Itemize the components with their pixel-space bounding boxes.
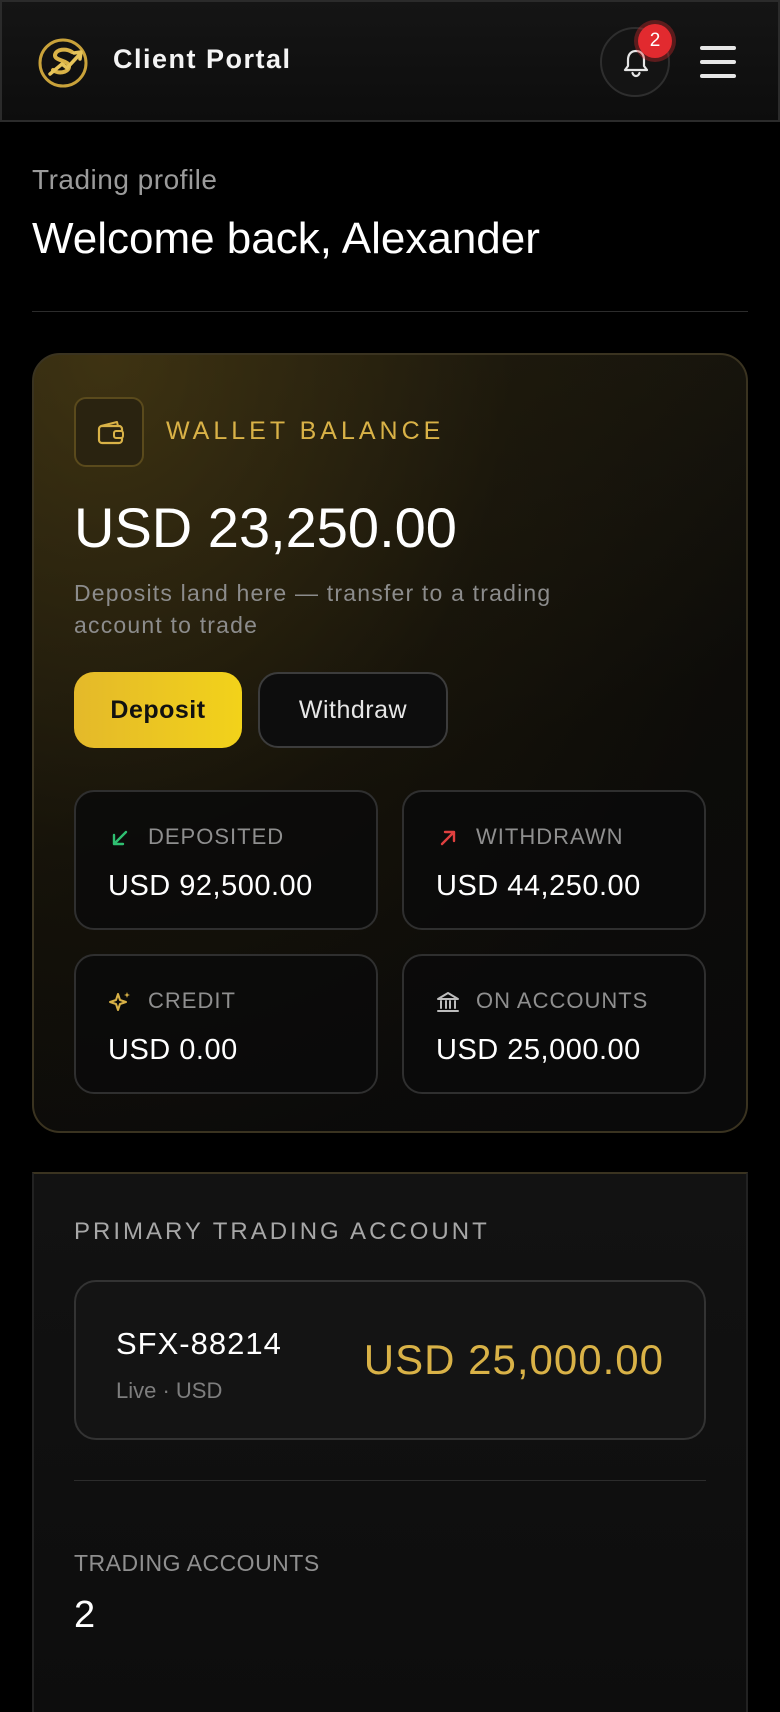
wallet-icon-box (74, 397, 144, 467)
withdrawn-label: WITHDRAWN (476, 824, 624, 849)
account-type: Live · USD (116, 1378, 223, 1403)
deposited-value: USD 92,500.00 (108, 870, 313, 902)
deposited-stat: DEPOSITED USD 92,500.00 (74, 790, 378, 930)
page-subtitle: Trading profile (32, 164, 218, 195)
wallet-balance-amount: USD 23,250.00 (74, 496, 457, 559)
trading-accounts-count: 2 (74, 1594, 96, 1636)
credit-stat: CREDIT USD 0.00 (74, 954, 378, 1094)
wallet-card: WALLET BALANCE USD 23,250.00 Deposits la… (32, 353, 748, 1133)
account-balance: USD 25,000.00 (363, 1336, 664, 1383)
deposited-label: DEPOSITED (148, 824, 285, 849)
wallet-note: Deposits land here — transfer to a tradi… (74, 580, 552, 638)
bank-icon (437, 992, 459, 1012)
credit-label: CREDIT (148, 988, 236, 1013)
primary-account-label: PRIMARY TRADING ACCOUNT (74, 1218, 490, 1245)
top-bar: Client Portal 2 (0, 0, 780, 122)
primary-account-row[interactable]: SFX-88214 Live · USD USD 25,000.00 (74, 1280, 706, 1440)
credit-value: USD 0.00 (108, 1034, 238, 1066)
on-accounts-value: USD 25,000.00 (436, 1034, 641, 1066)
account-id: SFX-88214 (116, 1326, 282, 1361)
wallet-icon (97, 421, 124, 445)
menu-line (700, 60, 736, 64)
primary-account-card: PRIMARY TRADING ACCOUNT SFX-88214 Live ·… (32, 1172, 748, 1712)
app-title: Client Portal (113, 44, 292, 74)
on-accounts-label: ON ACCOUNTS (476, 988, 649, 1013)
sparkles-icon (109, 992, 130, 1011)
withdrawn-stat: WITHDRAWN USD 44,250.00 (402, 790, 706, 930)
menu-line (700, 46, 736, 50)
deposit-button[interactable]: Deposit (74, 672, 242, 748)
withdraw-button[interactable]: Withdraw (258, 672, 448, 748)
logo-icon[interactable] (36, 36, 90, 90)
trading-accounts-label: TRADING ACCOUNTS (74, 1550, 320, 1576)
notification-badge[interactable]: 2 (638, 24, 672, 58)
hamburger-menu-icon[interactable] (700, 46, 736, 80)
divider (74, 1480, 706, 1481)
menu-line (700, 74, 736, 78)
withdrawn-value: USD 44,250.00 (436, 870, 641, 902)
divider (32, 311, 748, 312)
arrow-down-left-icon (112, 830, 128, 846)
arrow-up-right-icon (440, 830, 456, 846)
welcome-heading: Welcome back, Alexander (32, 214, 540, 263)
on-accounts-stat: ON ACCOUNTS USD 25,000.00 (402, 954, 706, 1094)
wallet-balance-label: WALLET BALANCE (166, 417, 445, 445)
